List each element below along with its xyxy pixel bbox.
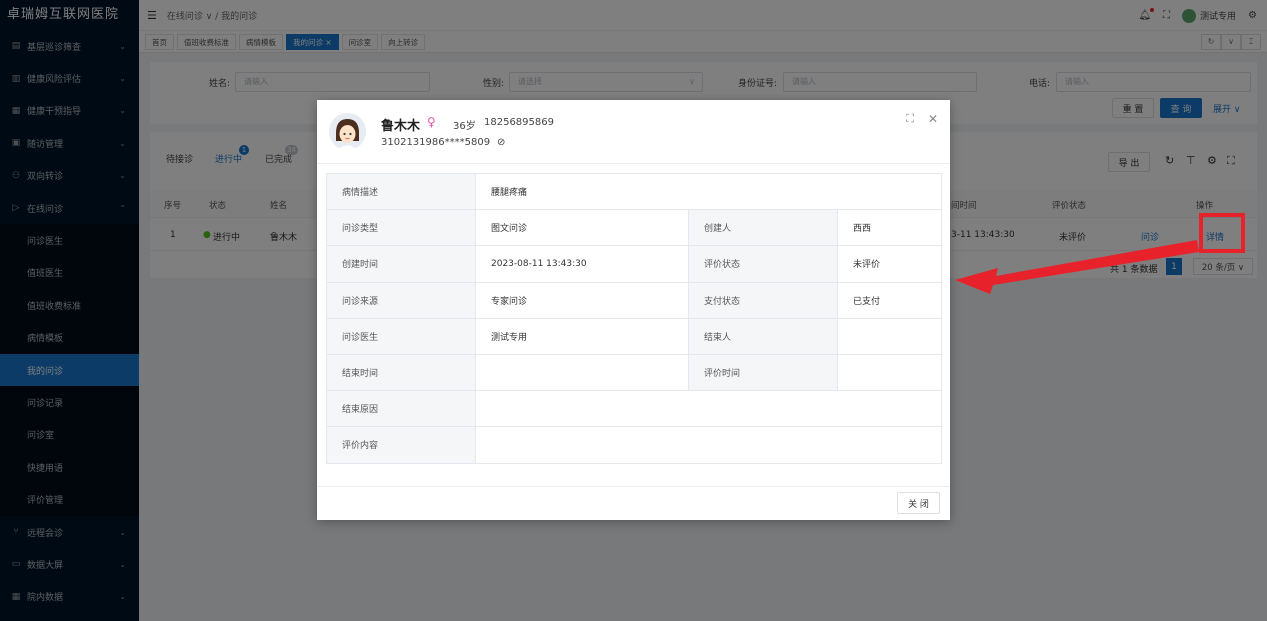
evtime-value	[836, 353, 943, 392]
pay-value: 已支付	[836, 281, 943, 319]
modal-header-divider	[317, 163, 950, 164]
creator-value: 西西	[836, 209, 943, 247]
eye-off-icon[interactable]: ⊘	[497, 137, 505, 148]
detail-row: 问诊医生 测试专用 结束人	[326, 317, 943, 355]
fullscreen-icon[interactable]: ⛶	[906, 112, 914, 126]
patient-age: 36岁	[453, 121, 476, 132]
close-button[interactable]: 关 闭	[897, 492, 940, 514]
patient-phone: 18256895869	[484, 117, 554, 128]
eval-key: 评价状态	[688, 245, 838, 283]
source-value: 专家问诊	[475, 281, 689, 319]
type-value: 图文问诊	[475, 209, 689, 247]
detail-row: 病情描述 腰腿疼痛	[326, 172, 943, 211]
creator-key: 创建人	[688, 209, 838, 247]
doctor-value: 测试专用	[475, 317, 689, 355]
etime-value	[475, 353, 689, 392]
detail-row: 结束时间 评价时间	[326, 353, 943, 392]
content-value	[474, 426, 943, 464]
patient-idcard: 3102131986****5809	[381, 137, 491, 148]
reason-value	[474, 390, 943, 428]
ender-value	[836, 317, 943, 355]
content-key: 评价内容	[326, 426, 476, 464]
desc-value: 腰腿疼痛	[474, 172, 943, 211]
ctime-key: 创建时间	[326, 245, 476, 283]
type-key: 问诊类型	[326, 209, 476, 247]
patient-avatar	[329, 113, 366, 150]
female-icon: ♀	[427, 115, 436, 129]
evtime-key: 评价时间	[688, 353, 838, 392]
detail-row: 创建时间 2023-08-11 13:43:30 评价状态 未评价	[326, 245, 943, 283]
patient-name: 鲁木木	[381, 119, 421, 134]
ender-key: 结束人	[688, 317, 838, 355]
highlight-box	[1199, 213, 1245, 253]
reason-key: 结束原因	[326, 390, 476, 428]
detail-row: 结束原因	[326, 390, 943, 428]
desc-key: 病情描述	[326, 172, 476, 211]
detail-modal: 鲁木木 ♀ 36岁 18256895869 3102131986****5809…	[317, 100, 950, 520]
detail-table: 病情描述 腰腿疼痛 问诊类型 图文问诊 创建人 西西 创建时间 2023-08-…	[326, 172, 943, 464]
eval-value: 未评价	[836, 245, 943, 283]
close-icon[interactable]: ✕	[928, 112, 938, 126]
detail-row: 问诊类型 图文问诊 创建人 西西	[326, 209, 943, 247]
modal-footer	[317, 486, 950, 487]
detail-row: 评价内容	[326, 426, 943, 464]
source-key: 问诊来源	[326, 281, 476, 319]
etime-key: 结束时间	[326, 353, 476, 392]
pay-key: 支付状态	[688, 281, 838, 319]
ctime-value: 2023-08-11 13:43:30	[475, 245, 689, 283]
detail-row: 问诊来源 专家问诊 支付状态 已支付	[326, 281, 943, 319]
doctor-key: 问诊医生	[326, 317, 476, 355]
